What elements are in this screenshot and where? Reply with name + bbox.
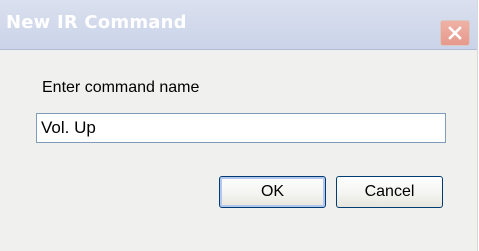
command-name-label: Enter command name xyxy=(42,79,200,96)
ok-button[interactable]: OK xyxy=(219,176,326,208)
new-ir-command-dialog: New IR Command Enter command name OK Can… xyxy=(0,0,478,251)
dialog-title: New IR Command xyxy=(6,12,187,33)
close-button[interactable] xyxy=(440,20,470,46)
title-bar[interactable]: New IR Command xyxy=(0,0,477,50)
command-name-input[interactable] xyxy=(36,113,446,143)
cancel-button[interactable]: Cancel xyxy=(336,176,443,208)
close-icon xyxy=(447,25,463,41)
